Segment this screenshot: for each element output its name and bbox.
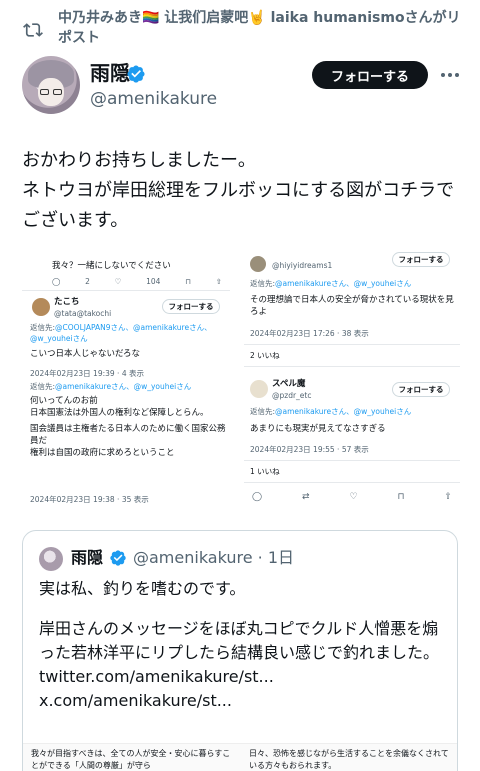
left-top-actions: ◯ 2 ♡ 104 ⊓ ⇧	[52, 276, 222, 287]
author-name[interactable]: 雨隠	[90, 61, 130, 85]
spellma-follow-button: フォローする	[392, 382, 450, 397]
share-icon: ⇧	[444, 492, 452, 502]
hiyiyi-meta: 2024年02月23日 17:26 · 38 表示	[250, 329, 369, 338]
spellma-avatar	[250, 380, 268, 398]
spellma-actions: ◯ ⇄ ♡ ⊓ ⇧	[252, 492, 452, 504]
like-icon: ♡	[114, 277, 122, 286]
quoted-image-right-text: 日々、恐怖を感じながら生活することを余儀なくされている方々もおられます。	[249, 749, 449, 770]
repost-icon	[23, 23, 43, 37]
second-text: 何いってんのお前 日本国憲法は外国人の権利など保障しとらん。 国会議員は主権者た…	[30, 396, 226, 458]
takochi-name: たこち	[54, 297, 80, 307]
reply-icon: ◯	[252, 492, 263, 502]
quoted-avatar	[39, 547, 63, 571]
hiyiyi-reply-to: 返信先:@amenikakureさん、@w_youheiさん	[250, 279, 412, 288]
hiyiyi-avatar	[250, 256, 266, 272]
hiyiyi-handle: @hiyiyidreams1	[272, 261, 333, 270]
spellma-reply-to: 返信先:@amenikakureさん、@w_youheiさん	[250, 407, 412, 416]
author-handle[interactable]: @amenikakure	[90, 88, 217, 110]
takochi-follow-button: フォローする	[162, 299, 220, 314]
image-left-panel: 我々？一緒にしないでください ◯ 2 ♡ 104 ⊓ ⇧ たこち @tata@t…	[22, 242, 230, 520]
repost-label[interactable]: 中乃井みあき🏳️‍🌈 让我们启蒙吧🤘 laika humanismoさんがリポス…	[58, 8, 468, 48]
quoted-image-preview[interactable]: 我々が目指すべきは、全ての人が安全・安心に暮らすことができる「人間の尊厳」が守ら…	[23, 743, 457, 771]
quoted-handle: @amenikakure · 1日	[133, 548, 295, 567]
spellma-name: スペル魔	[272, 379, 306, 389]
takochi-reply-to: 返信先:@COOLJAPAN9さん、@amenikakureさん、@w_youh…	[30, 323, 212, 343]
image-right-panel: @hiyiyidreams1 フォローする 返信先:@amenikakureさん…	[244, 242, 460, 520]
quoted-author-name: 雨隠	[71, 548, 104, 567]
verified-badge-icon	[127, 65, 145, 83]
retweet-count: 2	[85, 277, 90, 286]
spellma-meta: 2024年02月23日 19:55 · 57 表示	[250, 445, 369, 454]
quoted-tweet[interactable]: 雨隠 @amenikakure · 1日 実は私、釣りを嗜むのです。 岸田さんの…	[22, 530, 458, 771]
avatar[interactable]	[22, 56, 80, 114]
verified-badge-icon	[110, 550, 126, 566]
left-top-text: 我々？一緒にしないでください	[52, 261, 171, 271]
tweet-line-1: おかわりお持ちしましたー。	[22, 150, 256, 171]
follow-button[interactable]: フォローする	[312, 61, 428, 89]
bookmark-icon: ⊓	[397, 492, 405, 502]
spellma-text: あまりにも現実が見えてなさすぎる	[250, 424, 386, 434]
takochi-avatar	[32, 298, 50, 316]
second-reply-to: 返信先:@amenikakureさん、@w_youheiさん	[30, 382, 192, 391]
tweet-line-2: ネトウヨが岸田総理をフルボッコにする図がコチラでございます。	[22, 180, 455, 231]
bookmark-icon: ⊓	[185, 277, 191, 286]
takochi-handle: @tata@takochi	[54, 309, 112, 318]
more-options-icon[interactable]	[438, 66, 462, 84]
retweet-icon: ⇄	[302, 492, 310, 502]
view-count: 104	[146, 277, 161, 286]
reply-icon: ◯	[52, 277, 61, 286]
hiyiyi-text: その理想論で日本人の安全が脅かされている現状を見ろよ	[250, 295, 454, 317]
second-meta: 2024年02月23日 19:38 · 35 表示	[30, 495, 149, 504]
takochi-text: こいつ日本人じゃないだろな	[30, 349, 140, 359]
takochi-meta: 2024年02月23日 19:39 · 4 表示	[30, 369, 144, 378]
attached-image[interactable]: 我々？一緒にしないでください ◯ 2 ♡ 104 ⊓ ⇧ たこち @tata@t…	[22, 242, 460, 520]
tweet-text: おかわりお持ちしましたー。 ネトウヨが岸田総理をフルボッコにする図がコチラでござ…	[22, 146, 462, 236]
hiyiyi-likes: 2 いいね	[250, 351, 280, 360]
quoted-link[interactable]: twitter.com/amenikakure/st... x.com/amen…	[39, 665, 449, 713]
quoted-text: 実は私、釣りを嗜むのです。 岸田さんのメッセージをほぼ丸コピでクルド人憎悪を煽っ…	[39, 577, 449, 713]
quoted-image-left-text: 我々が目指すべきは、全ての人が安全・安心に暮らすことができる「人間の尊厳」が守ら	[31, 749, 231, 770]
like-icon: ♡	[349, 492, 358, 502]
share-icon: ⇧	[215, 277, 222, 286]
spellma-handle: @pzdr_etc	[272, 391, 312, 400]
spellma-likes: 1 いいね	[250, 467, 280, 476]
hiyiyi-follow-button: フォローする	[392, 252, 450, 267]
quoted-para-2: 岸田さんのメッセージをほぼ丸コピでクルド人憎悪を煽った若林洋平にリプしたら結構良…	[39, 619, 440, 662]
quoted-para-1: 実は私、釣りを嗜むのです。	[39, 579, 246, 598]
